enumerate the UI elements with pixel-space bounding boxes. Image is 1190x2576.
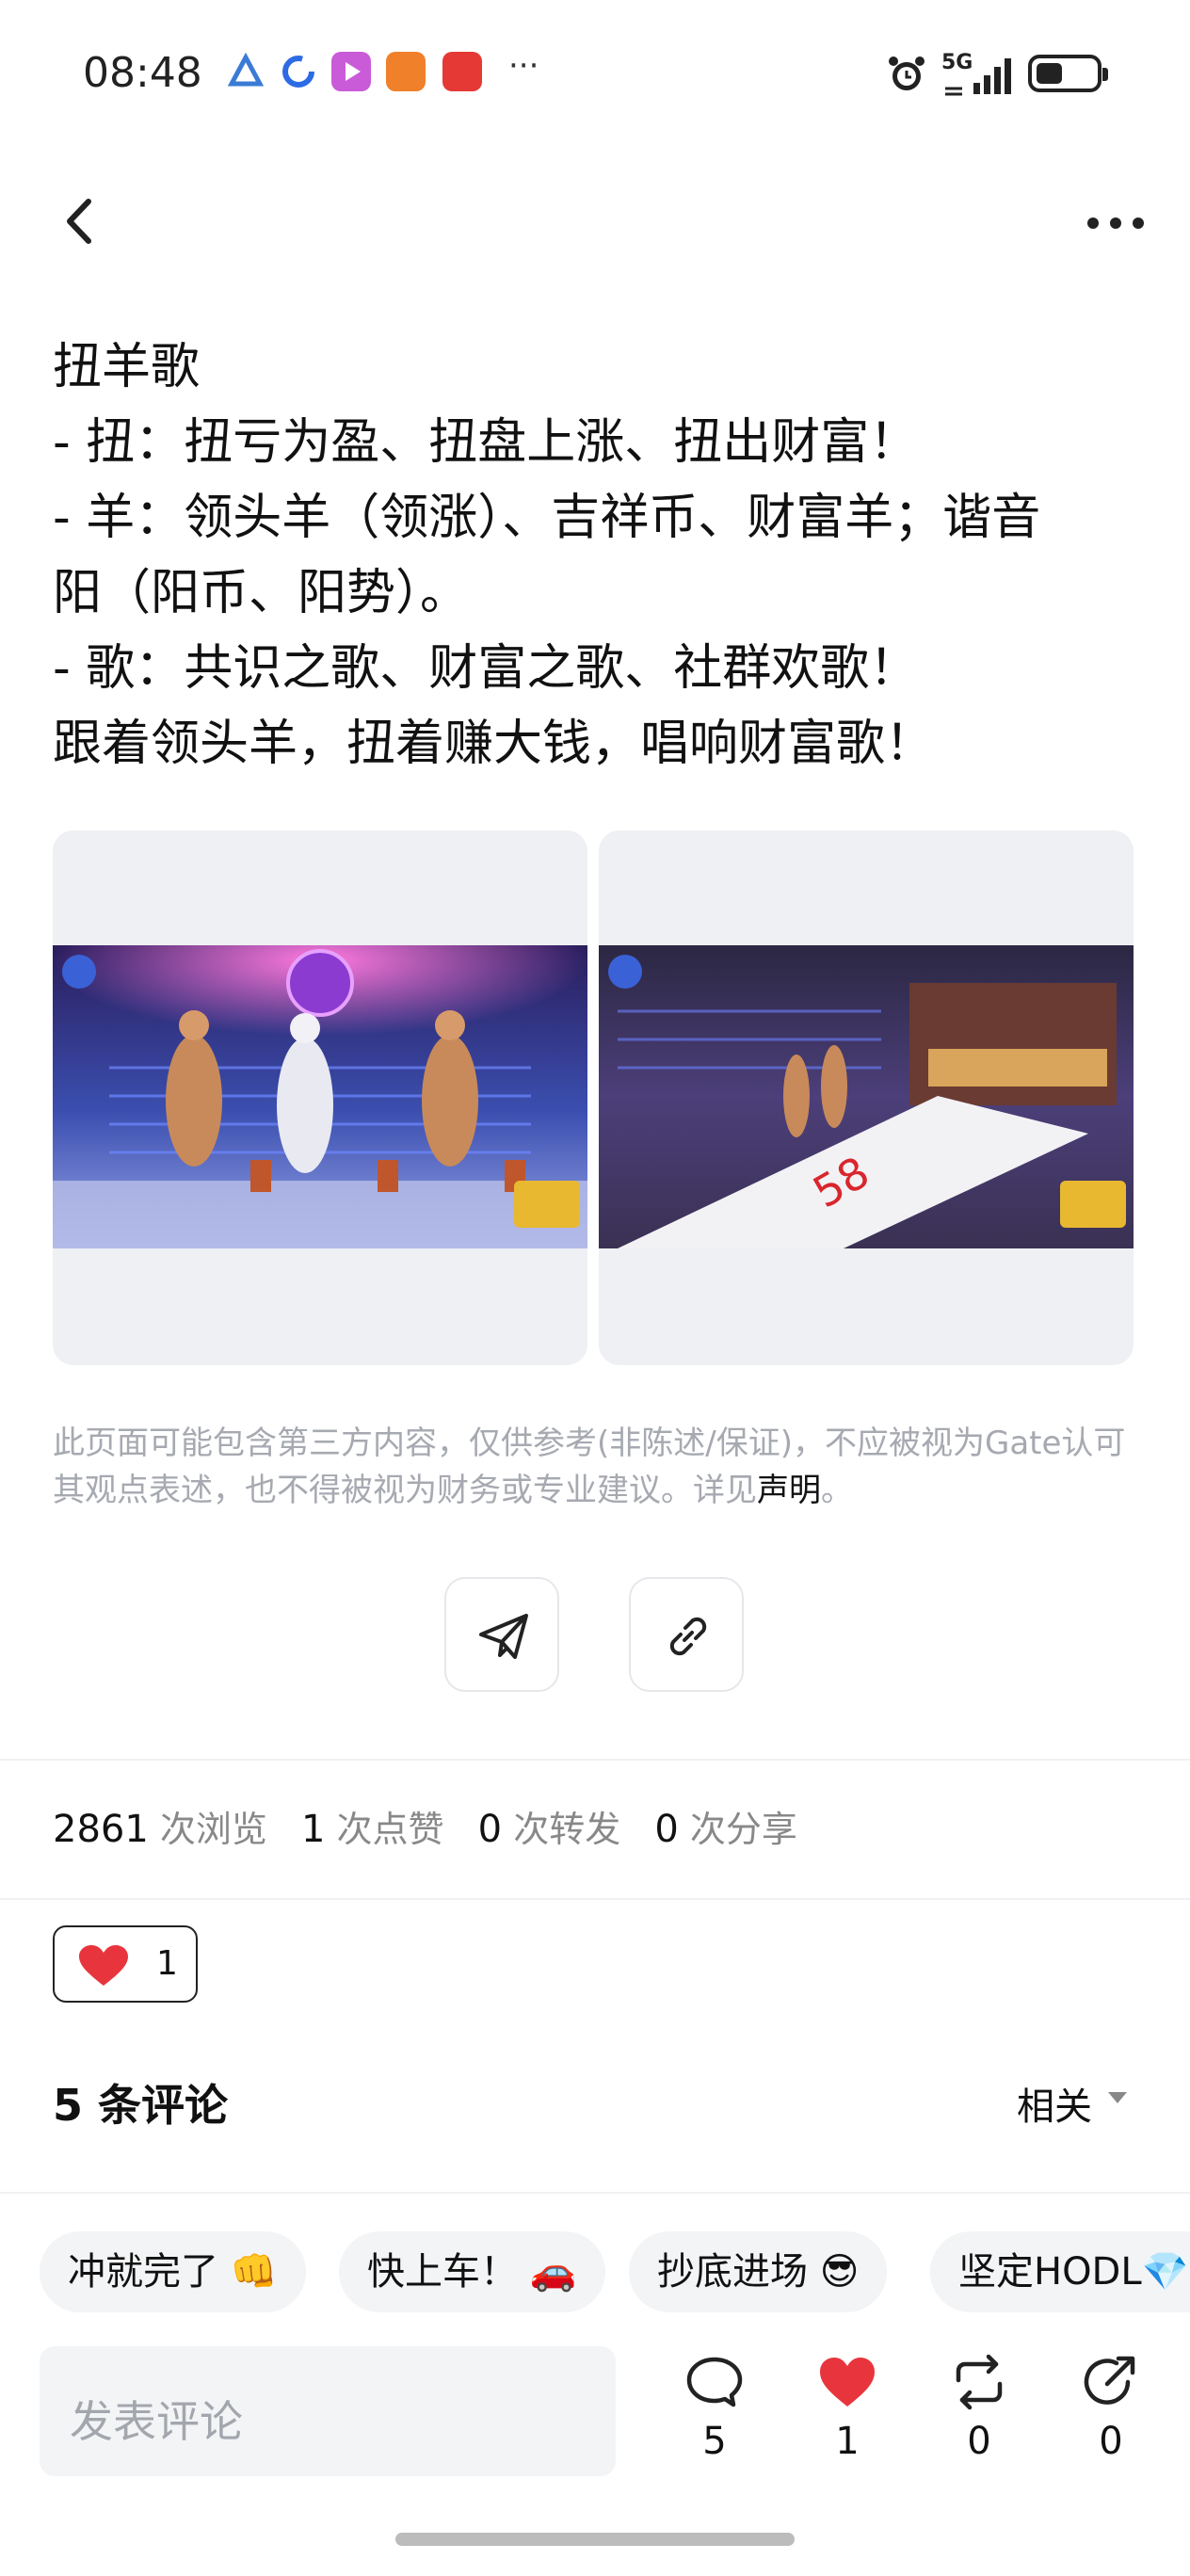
home-indicator[interactable] bbox=[395, 2533, 795, 2546]
likes-count: 1 bbox=[301, 1808, 326, 1851]
post-image-2[interactable]: 58 bbox=[599, 830, 1134, 1365]
heart-icon bbox=[820, 2358, 875, 2407]
heart-reaction-chip[interactable]: 1 bbox=[53, 1925, 198, 2003]
video-app-icon bbox=[331, 52, 371, 91]
post-image-1[interactable] bbox=[53, 830, 587, 1365]
reposts-count: 0 bbox=[477, 1808, 503, 1851]
quick-reply-chip[interactable]: 快上车！ 🚗 bbox=[339, 2231, 605, 2312]
post-content: 扭羊歌 - 扭：扭亏为盈、扭盘上涨、扭出财富！ - 羊：领头羊（领涨）、吉祥币、… bbox=[53, 330, 1145, 781]
shares-count: 0 bbox=[654, 1808, 679, 1851]
disclaimer-text: 此页面可能包含第三方内容，仅供参考(非陈述/保证)，不应被视为Gate认可其观点… bbox=[53, 1425, 1126, 1509]
divider bbox=[0, 2192, 1190, 2194]
comment-sort-select[interactable]: 相关 bbox=[1017, 2076, 1092, 2131]
views-count: 2861 bbox=[53, 1808, 149, 1851]
alarm-icon bbox=[885, 53, 928, 100]
disclaimer-link[interactable]: 声明 bbox=[757, 1472, 821, 1509]
share-count: 0 bbox=[1099, 2420, 1123, 2463]
status-time: 08:48 bbox=[83, 49, 202, 97]
repost-action[interactable]: 0 bbox=[937, 2354, 1021, 2463]
like-action[interactable]: 1 bbox=[805, 2354, 890, 2463]
views-label: 次浏览 bbox=[159, 1809, 267, 1850]
comment-input[interactable]: 发表评论 bbox=[40, 2346, 616, 2476]
comments-title: 5 条评论 bbox=[53, 2080, 229, 2131]
post-line: - 扭：扭亏为盈、扭盘上涨、扭出财富！ bbox=[53, 414, 919, 471]
more-horizontal-icon bbox=[1087, 217, 1144, 229]
share-action[interactable]: 0 bbox=[1069, 2354, 1153, 2463]
copy-link-button[interactable] bbox=[629, 1577, 744, 1692]
shopping-app-icon bbox=[386, 52, 426, 91]
post-stats: 2861 次浏览 1 次点赞 0 次转发 0 次分享 bbox=[53, 1800, 797, 1852]
post-title: 扭羊歌 bbox=[53, 339, 201, 395]
comment-icon bbox=[686, 2357, 743, 2407]
stage-performance-photo-1 bbox=[53, 945, 587, 1248]
battery-icon bbox=[1028, 55, 1108, 92]
circle-app-icon bbox=[279, 52, 318, 91]
likes-label: 次点赞 bbox=[336, 1809, 444, 1850]
post-line: 阳（阳币、阳势）。 bbox=[53, 565, 470, 621]
chevron-left-icon bbox=[67, 199, 91, 244]
comment-count: 5 bbox=[702, 2420, 727, 2463]
more-options-button[interactable] bbox=[1083, 209, 1149, 237]
quick-reply-chip[interactable]: 冲就完了 👊 bbox=[40, 2231, 306, 2312]
back-button[interactable] bbox=[53, 188, 109, 254]
share-telegram-button[interactable] bbox=[444, 1577, 559, 1692]
post-line: - 歌：共识之歌、财富之歌、社群欢歌！ bbox=[53, 640, 919, 697]
divider bbox=[0, 1898, 1190, 1900]
stage-performance-photo-2: 58 bbox=[599, 945, 1134, 1248]
link-icon bbox=[669, 1617, 707, 1656]
post-line: 跟着领头羊，扭着赚大钱，唱响财富歌！ bbox=[53, 716, 935, 772]
signal-icon bbox=[941, 56, 1015, 100]
repost-icon bbox=[956, 2354, 1003, 2410]
triangle-app-icon bbox=[226, 52, 265, 91]
repost-count: 0 bbox=[967, 2420, 991, 2463]
comment-action[interactable]: 5 bbox=[672, 2354, 757, 2463]
quick-reply-chip[interactable]: 坚定HODL💎 bbox=[930, 2231, 1190, 2312]
caret-down-icon[interactable] bbox=[1108, 2092, 1127, 2103]
shares-label: 次分享 bbox=[689, 1809, 797, 1850]
reaction-count: 1 bbox=[156, 1944, 178, 1983]
disclaimer: 此页面可能包含第三方内容，仅供参考(非陈述/保证)，不应被视为Gate认可其观点… bbox=[53, 1420, 1135, 1514]
overflow-indicator: ··· bbox=[508, 47, 539, 85]
post-line: - 羊：领头羊（领涨）、吉祥币、财富羊；谐音 bbox=[53, 490, 1041, 546]
comment-input-placeholder: 发表评论 bbox=[70, 2396, 243, 2447]
like-count: 1 bbox=[835, 2420, 860, 2463]
share-icon bbox=[1084, 2356, 1135, 2405]
disclaimer-end: 。 bbox=[821, 1472, 853, 1509]
news-app-icon bbox=[442, 52, 482, 91]
divider bbox=[0, 1759, 1190, 1761]
reposts-label: 次转发 bbox=[513, 1809, 621, 1850]
send-icon bbox=[479, 1614, 528, 1659]
heart-icon bbox=[79, 1945, 128, 1986]
quick-reply-chip[interactable]: 抄底进场 😎 bbox=[629, 2231, 888, 2312]
